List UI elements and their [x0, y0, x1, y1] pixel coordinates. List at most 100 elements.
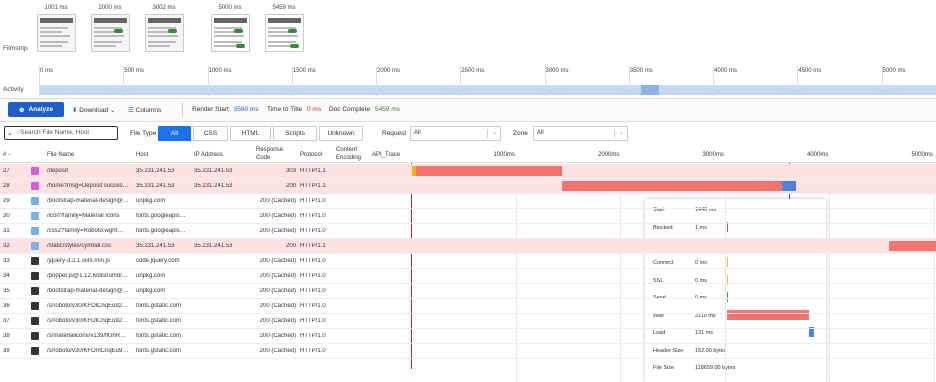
- thumbnail-header: [268, 18, 301, 23]
- table-row[interactable]: 29/bootstrap-material-design@… unpkg.com 2…: [0, 194, 936, 209]
- table-row[interactable]: 36/s/roboto/v30/KFOlCnqEu92… fonts.gstati…: [0, 299, 936, 314]
- file-type-css[interactable]: CSS: [193, 126, 228, 141]
- ruler-tick-label: 0 ms: [40, 68, 54, 74]
- filmstrip-thumbnail[interactable]: [145, 14, 184, 52]
- js-file-icon: [31, 347, 39, 355]
- col-response-code[interactable]: Response Code: [256, 147, 290, 162]
- cell-n: 37: [3, 318, 10, 324]
- thumbnail-line: [40, 27, 68, 29]
- columns-label: Columns: [135, 107, 162, 114]
- html-file-icon: [31, 182, 39, 190]
- col-api-trace[interactable]: API_Trace: [372, 152, 400, 160]
- filmstrip-thumbnail[interactable]: [211, 14, 250, 52]
- cell-host: unpkg.com: [136, 273, 166, 279]
- cell-file: /static/styles/cymbal.css: [47, 243, 112, 249]
- col-num[interactable]: # -: [3, 152, 10, 160]
- waterfall-tick-label: 2000ms: [598, 152, 620, 158]
- cell-code: 200 (Cached): [259, 303, 296, 309]
- col-ip[interactable]: IP Address: [194, 152, 223, 160]
- filmstrip-frame-time: 5000 ms: [218, 5, 242, 11]
- file-type-label: File Type: [130, 130, 157, 137]
- cell-protocol: HTTP/1.0: [300, 273, 326, 279]
- wait-bar[interactable]: [416, 166, 563, 176]
- cell-n: 34: [3, 273, 10, 279]
- search-input[interactable]: ⌕ Search File Name, Host: [4, 126, 118, 140]
- cell-file: /s/roboto/v30/KFOmCnqEu9…: [47, 348, 129, 354]
- cell-protocol: HTTP/1.0: [300, 228, 326, 234]
- thumbnail-line: [214, 45, 236, 47]
- table-row[interactable]: 38/s/materialicons/v139/flUhR… fonts.gsta…: [0, 329, 936, 344]
- css-file-icon: [31, 197, 39, 205]
- render-start-value: 3580 ms: [233, 106, 259, 113]
- cell-protocol: HTTP/1.0: [300, 333, 326, 339]
- cell-n: 30: [3, 213, 10, 219]
- cell-ip: 35.231.241.53: [194, 183, 233, 189]
- cell-code: 200 (Cached): [259, 228, 296, 234]
- cell-protocol: HTTP/1.0: [300, 258, 326, 264]
- ruler-tick-label: 1000 ms: [208, 68, 232, 74]
- request-select[interactable]: All ⌄: [410, 126, 501, 141]
- cell-file: /s/materialicons/v139/flUhR…: [47, 333, 127, 339]
- thumbnail-line: [94, 41, 122, 43]
- thumbnail-line: [40, 45, 62, 47]
- js-file-icon: [31, 332, 39, 340]
- col-content-encoding[interactable]: Content Encoding: [336, 147, 370, 162]
- table-row[interactable]: 33/jquery-3.2.1.slim.min.js code.jquery.c…: [0, 254, 936, 269]
- thumbnail-header: [94, 18, 127, 23]
- zone-select[interactable]: All ⌄: [533, 126, 628, 141]
- file-type-all[interactable]: All: [158, 126, 191, 141]
- tooltip-file-size-value: 118659.00 bytes: [695, 365, 736, 371]
- table-row[interactable]: 28/home?msg=Deposit succes… 35.231.241.53…: [0, 179, 936, 194]
- download-button[interactable]: ⬇ Download ⌄: [72, 106, 115, 114]
- cell-code: 200 (Cached): [259, 198, 296, 204]
- filmstrip-frame-time: 3002 ms: [152, 5, 176, 11]
- filmstrip-thumbnail[interactable]: [91, 14, 130, 52]
- cell-code: 200 (Cached): [259, 258, 296, 264]
- cell-ip: 35.231.241.53: [194, 168, 233, 174]
- cell-host: unpkg.com: [136, 198, 166, 204]
- wait-bar[interactable]: [888, 241, 936, 251]
- cell-file: /jquery-3.2.1.slim.min.js: [47, 258, 111, 264]
- ruler-gridline: [460, 66, 462, 96]
- file-type-scripts[interactable]: Scripts: [273, 126, 317, 141]
- time-to-title-value: 0 ms: [306, 106, 322, 113]
- table-row[interactable]: 30/icon?family=Material Icons fonts.googl…: [0, 209, 936, 224]
- file-type-unknown[interactable]: Unknown: [319, 126, 363, 141]
- waterfall-tick-label: 4000ms: [807, 152, 829, 158]
- cell-code: 200 (Cached): [259, 213, 296, 219]
- table-row[interactable]: 31/css2?family=Roboto:wght… fonts.googlea…: [0, 224, 936, 239]
- col-protocol[interactable]: Protocol: [300, 152, 322, 160]
- toolbar-divider: [182, 102, 183, 117]
- cell-protocol: HTTP/1.0: [300, 198, 326, 204]
- html-file-icon: [31, 167, 39, 175]
- filmstrip-thumbnail[interactable]: [37, 14, 76, 52]
- request-label: Request: [382, 130, 407, 137]
- table-row[interactable]: 35/bootstrap-material-design@… unpkg.com 2…: [0, 284, 936, 299]
- filmstrip-frame-time: 5459 ms: [272, 5, 296, 11]
- css-file-icon: [31, 227, 39, 235]
- table-row[interactable]: 39/s/roboto/v30/KFOmCnqEu9… fonts.gstatic…: [0, 344, 936, 359]
- cell-n: 29: [3, 198, 10, 204]
- analyze-button[interactable]: ⊕ Analyze: [8, 102, 64, 117]
- cell-protocol: HTTP/1.0: [300, 318, 326, 324]
- file-type-html[interactable]: HTML: [230, 126, 271, 141]
- thumbnail-button: [290, 44, 299, 48]
- table-row[interactable]: 37/s/roboto/v30/KFOlCnqEu92… fonts.gstati…: [0, 314, 936, 329]
- table-row[interactable]: 27/deposit 35.231.241.53 35.231.241.53 303 H…: [0, 164, 936, 179]
- analyze-label: Analyze: [28, 106, 54, 113]
- table-row[interactable]: 32/static/styles/cymbal.css 35.231.241.53…: [0, 239, 936, 254]
- ruler-gridline: [291, 66, 293, 96]
- js-file-icon: [31, 302, 39, 310]
- table-row[interactable]: 34/popper.js@1.12.6/dist/umd/… unpkg.com 2…: [0, 269, 936, 284]
- cell-host: fonts.gstatic.com: [136, 303, 182, 309]
- css-file-icon: [31, 242, 39, 250]
- thumbnail-button: [236, 44, 245, 48]
- filmstrip-thumbnail[interactable]: [265, 14, 304, 52]
- wait-bar[interactable]: [562, 181, 783, 191]
- cell-n: 33: [3, 258, 10, 264]
- search-placeholder: Search File Name, Host: [20, 129, 89, 136]
- col-file[interactable]: File Name: [47, 152, 74, 160]
- load-bar[interactable]: [782, 181, 797, 191]
- columns-button[interactable]: ☰ Columns: [128, 106, 161, 114]
- col-host[interactable]: Host: [136, 152, 148, 160]
